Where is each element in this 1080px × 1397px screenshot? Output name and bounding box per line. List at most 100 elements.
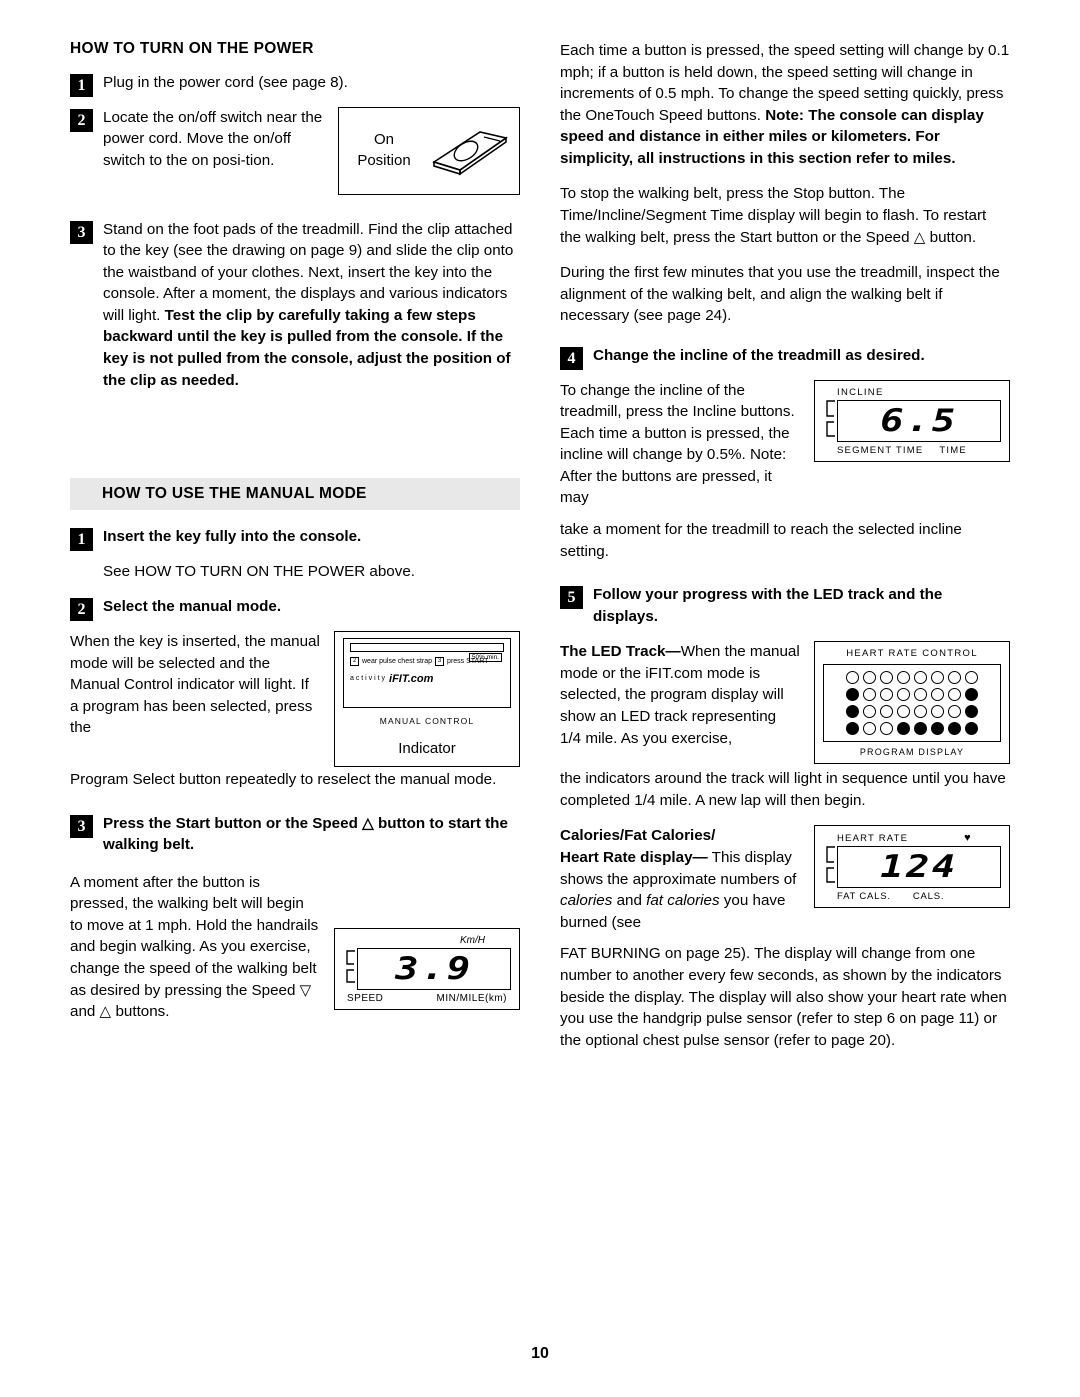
step-number: 5 bbox=[560, 586, 583, 610]
step-1-manual: 1 Insert the key fully into the console. bbox=[70, 526, 520, 552]
paragraph-speed-settings: Each time a button is pressed, the speed… bbox=[560, 40, 1010, 169]
console-step-2-icon: 2 bbox=[350, 656, 359, 666]
step-3-power: 3 Stand on the foot pads of the treadmil… bbox=[70, 219, 520, 392]
manual-control-label: MANUAL CONTROL bbox=[379, 715, 475, 726]
led-dot bbox=[965, 671, 978, 685]
console-illustration: 2 wear pulse chest strap 3 press START a… bbox=[335, 632, 519, 716]
paragraph-stop-belt: To stop the walking belt, press the Stop… bbox=[560, 185, 987, 246]
led-dot bbox=[897, 722, 910, 736]
fat-cals-label: FAT CALS. bbox=[837, 891, 891, 903]
led-dot bbox=[948, 705, 961, 719]
led-dot bbox=[880, 671, 893, 685]
speed-value-screen: 3.9 bbox=[357, 947, 511, 990]
speed-label: SPEED bbox=[347, 992, 384, 1004]
heart-rate-bottom-labels: FAT CALS. CALS. bbox=[837, 891, 1001, 902]
led-track-row bbox=[831, 671, 993, 685]
step-3-manual-block: Km/H 3.9 SPEED MIN/MILE(km) A moment aft… bbox=[70, 872, 520, 1037]
step-text: Change the incline of the treadmill as d… bbox=[593, 346, 925, 364]
heart-rate-value-screen: 124 bbox=[837, 846, 1001, 889]
led-dot bbox=[948, 722, 961, 736]
min-mile-label: MIN/MILE(km) bbox=[436, 992, 507, 1004]
step-text: Press the Start button or the Speed △ bu… bbox=[103, 814, 508, 854]
paragraph-belt-alignment: During the first few minutes that you us… bbox=[560, 264, 1000, 325]
step-number: 1 bbox=[70, 528, 93, 552]
led-dot bbox=[965, 722, 978, 736]
heart-rate-bracket-left bbox=[823, 844, 837, 891]
led-dot bbox=[863, 671, 876, 685]
console-percent-label: 50% min. bbox=[468, 652, 502, 662]
step-text: Select the manual mode. bbox=[103, 598, 282, 616]
console-panel: 2 wear pulse chest strap 3 press START a… bbox=[343, 637, 511, 708]
step-text: Locate the on/off switch near the power … bbox=[103, 108, 323, 169]
speed-unit-label: Km/H bbox=[460, 934, 485, 946]
calories-italic-1: calories bbox=[560, 892, 613, 910]
heart-rate-display-row: 124 bbox=[823, 844, 1001, 891]
led-dot bbox=[863, 705, 876, 719]
led-dot bbox=[846, 705, 859, 719]
incline-display-row: 6.5 bbox=[823, 398, 1001, 445]
console-step-3-icon: 3 bbox=[435, 656, 445, 666]
step-1-power: 1 Plug in the power cord (see page 8). bbox=[70, 72, 520, 97]
led-dot bbox=[931, 722, 944, 736]
manual-page: HOW TO TURN ON THE POWER 1 Plug in the p… bbox=[0, 0, 1080, 1397]
right-column: Each time a button is pressed, the speed… bbox=[560, 40, 1010, 1065]
calories-bold-line-1: Calories/Fat Calories/ bbox=[560, 827, 716, 845]
led-dot bbox=[948, 671, 961, 685]
led-dot bbox=[863, 688, 876, 702]
led-dot bbox=[965, 705, 978, 719]
led-dot bbox=[846, 688, 859, 702]
step-2-manual-detail-b: Program Select button repeatedly to rese… bbox=[70, 770, 497, 788]
step-number: 3 bbox=[70, 814, 93, 838]
step-text: Plug in the power cord (see page 8). bbox=[103, 74, 348, 91]
led-track-grid bbox=[823, 664, 1001, 743]
led-dot bbox=[863, 722, 876, 736]
console-bar-label bbox=[499, 635, 501, 641]
calories-bold-line-2: Heart Rate display— bbox=[560, 849, 708, 867]
led-dot bbox=[846, 671, 859, 685]
console-activity-label: a c t i v i t y bbox=[350, 675, 386, 683]
step-2-power: 2 Locate the on/off switch near the powe… bbox=[70, 107, 520, 172]
led-dot bbox=[846, 722, 859, 736]
time-label: TIME bbox=[939, 444, 967, 456]
incline-bottom-labels: SEGMENT TIME TIME bbox=[837, 445, 1001, 456]
speed-display-row: 3.9 bbox=[343, 946, 511, 993]
led-dot bbox=[914, 705, 927, 719]
step-3-manual: 3 Press the Start button or the Speed △ … bbox=[70, 813, 520, 856]
calories-block: HEART RATE ♥ 124 FAT CALS. CALS. Calorie… bbox=[560, 825, 1010, 947]
led-dot bbox=[880, 705, 893, 719]
step-4-incline-detail-2: take a moment for the treadmill to reach… bbox=[560, 520, 962, 560]
incline-title-label: INCLINE bbox=[837, 386, 884, 398]
led-track-row bbox=[831, 722, 993, 736]
two-column-layout: HOW TO TURN ON THE POWER 1 Plug in the p… bbox=[70, 40, 1010, 1065]
figure-program-display: HEART RATE CONTROL PROGRAM DISPLAY bbox=[814, 641, 1010, 765]
figure-speed-display: Km/H 3.9 SPEED MIN/MILE(km) bbox=[334, 927, 520, 1010]
console-top-bar bbox=[350, 642, 504, 652]
step-2-manual: 2 Select the manual mode. bbox=[70, 596, 520, 622]
step-number: 4 bbox=[560, 346, 583, 370]
heart-rate-value: 124 bbox=[880, 849, 958, 886]
step-4-incline: 4 Change the incline of the treadmill as… bbox=[560, 345, 1010, 370]
incline-value-screen: 6.5 bbox=[837, 399, 1001, 442]
calories-italic-2: fat calories bbox=[646, 892, 720, 910]
step-number: 2 bbox=[70, 108, 93, 132]
led-track-bold: The LED Track— bbox=[560, 643, 681, 661]
page-number: 10 bbox=[531, 1345, 549, 1362]
step-2-power-block: On Position 2 Locate the on/off switch n… bbox=[70, 106, 520, 203]
speed-bottom-labels: SPEED MIN/MILE(km) bbox=[343, 993, 511, 1004]
heart-icon: ♥ bbox=[964, 832, 972, 845]
led-dot bbox=[948, 688, 961, 702]
led-dot bbox=[931, 671, 944, 685]
led-dot bbox=[914, 722, 927, 736]
figure-console-indicator: 2 wear pulse chest strap 3 press START a… bbox=[334, 630, 520, 767]
led-track-block: HEART RATE CONTROL PROGRAM DISPLAY The L… bbox=[560, 641, 1010, 772]
led-dot bbox=[897, 688, 910, 702]
step-3-bold-text: Test the clip by carefully taking a few … bbox=[103, 306, 511, 389]
step-number: 1 bbox=[70, 74, 93, 97]
led-dot bbox=[880, 722, 893, 736]
left-column: HOW TO TURN ON THE POWER 1 Plug in the p… bbox=[70, 40, 520, 1065]
step-text: Follow your progress with the LED track … bbox=[593, 586, 943, 625]
led-dot bbox=[931, 705, 944, 719]
incline-value: 6.5 bbox=[880, 402, 958, 439]
heart-rate-title-row: HEART RATE ♥ bbox=[837, 832, 1001, 844]
calories-paragraph-2: FAT BURNING on page 25). The display wil… bbox=[560, 945, 1007, 1049]
